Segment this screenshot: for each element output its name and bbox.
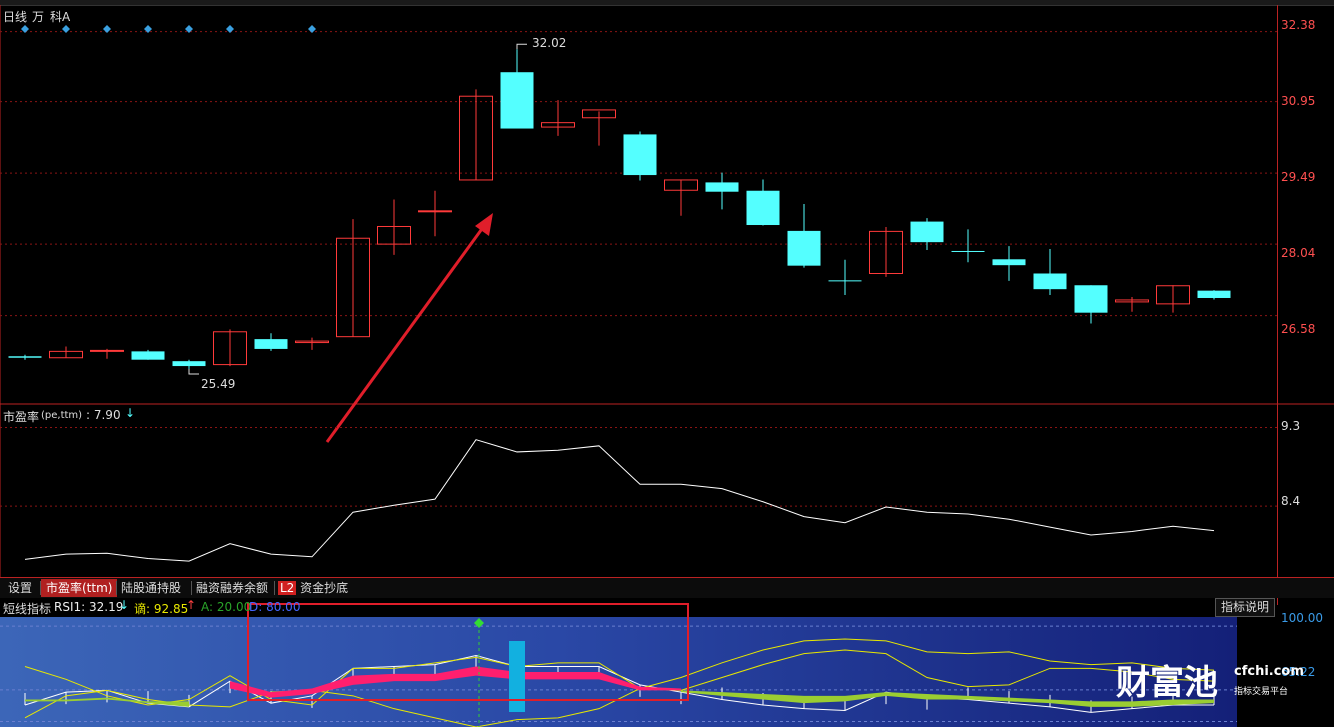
l2-badge: L2 (278, 581, 297, 595)
rsi-panel-title: 短线指标 (3, 602, 52, 616)
candle-body (951, 250, 985, 252)
kline-chart-canvas[interactable] (0, 0, 1334, 727)
annotation-arrow (325, 225, 486, 443)
candle-body (992, 259, 1026, 266)
signal-diamond-icon (226, 25, 234, 33)
tab-fund-bottom-label: 资金抄底 (300, 581, 349, 595)
pe-line (24, 439, 1215, 562)
candle-body (8, 356, 42, 358)
signal-diamond-icon (62, 25, 70, 33)
low-marker-line (188, 369, 199, 375)
tab-hk-connect-holdings[interactable]: 陆股通持股 (116, 579, 186, 597)
candle-body (1074, 285, 1108, 313)
watermark-site: cfchi.com (1234, 664, 1304, 679)
tab-margin-balance[interactable]: 融资融券余额 (191, 579, 273, 597)
down-arrow-icon: ↓ (119, 598, 130, 612)
d-value: D: 80.00 (249, 600, 301, 614)
candle-body (787, 230, 821, 266)
candle-body (623, 134, 657, 176)
candle-body (131, 351, 165, 360)
rsi-axis-label: 100.00 (1281, 611, 1323, 625)
axis-separator (1277, 5, 1278, 605)
watermark-slogan: 指标交易平台 (1234, 687, 1289, 697)
candle-body (705, 182, 739, 192)
a-value: A: 20.00 (201, 600, 252, 614)
rsi-panel-background (0, 617, 1237, 727)
candle-body (910, 221, 944, 243)
rsi1-value: RSI1: 32.19 (54, 600, 124, 614)
watermark-brand: 财富池 (1116, 663, 1218, 703)
candle-body (172, 361, 206, 367)
high-marker-line (516, 43, 527, 50)
indicator-help-button[interactable]: 指标说明 (1215, 598, 1275, 617)
tab-fund-bottom[interactable]: L2 资金抄底 (277, 579, 349, 597)
signal-diamond-icon (308, 25, 316, 33)
candle-body (254, 339, 288, 349)
tab-pe-ttm[interactable]: 市盈率(ttm) (41, 579, 118, 597)
indicator-tab-bar: 设置 市盈率(ttm) 陆股通持股 融资融券余额 L2 资金抄底 (0, 577, 1334, 598)
candle-body (90, 349, 124, 352)
candle-body (500, 72, 534, 129)
candle-body (1197, 290, 1231, 298)
candle-body (746, 190, 780, 226)
signal-diamond-icon (103, 25, 111, 33)
up-arrow-icon: ↑ (186, 598, 197, 612)
candle-body (418, 210, 452, 213)
tab-divider (274, 581, 275, 595)
signal-diamond-icon (21, 25, 29, 33)
dot-value: 谪: 92.85 (134, 602, 189, 616)
tab-settings[interactable]: 设置 (3, 579, 37, 597)
candle-body (828, 280, 862, 282)
rsi-cyan-bar (509, 641, 525, 712)
candle-body (1033, 273, 1067, 290)
